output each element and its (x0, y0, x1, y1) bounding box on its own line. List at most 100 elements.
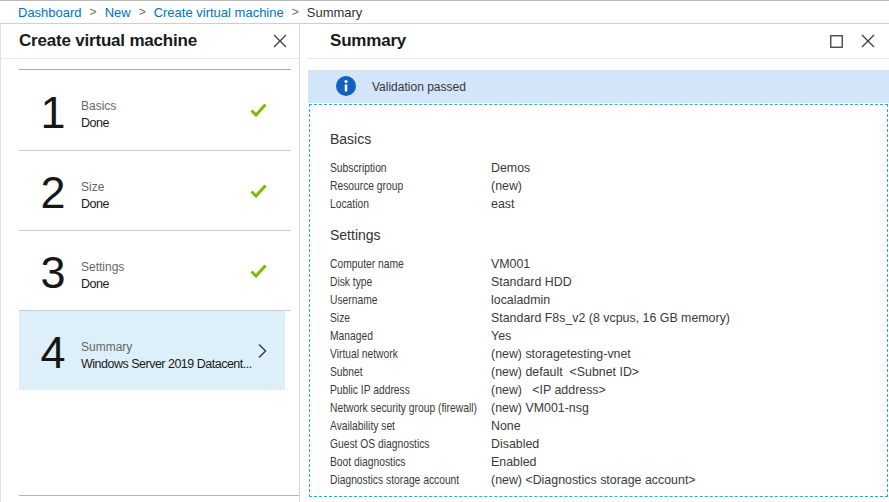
row-value: (new) (491, 179, 522, 193)
row-label: Managed (330, 329, 464, 343)
wizard-step-basics[interactable]: 1BasicsDone (19, 70, 291, 150)
breadcrumb-item-new[interactable]: New (105, 5, 131, 20)
step-text: SettingsDone (81, 259, 124, 293)
summary-content-region: Basics Subscription Demos Resource group (ne… (309, 104, 888, 497)
row-label: Subnet (330, 365, 464, 379)
row-value: Enabled (491, 455, 536, 469)
summary-row-username: Username localadmin (330, 293, 877, 311)
row-value: east (491, 197, 514, 211)
row-label: Virtual network (330, 347, 464, 361)
step-text: SummaryWindows Server 2019 Datacent... (81, 339, 252, 373)
row-label: Availability set (330, 419, 464, 433)
azure-portal-page: Dashboard > New > Create virtual machine > Sum… (0, 0, 889, 502)
summary-row-subscription: Subscription Demos (330, 161, 877, 179)
summary-row-disk-type: Disk type Standard HDD (330, 275, 877, 293)
summary-row-virtual-network: Virtual network (new) storagetesting-vnet (330, 347, 877, 365)
summary-row-computer-name: Computer nameVM001 (330, 257, 877, 275)
row-value: localadmin (491, 293, 550, 307)
summary-row-subnet: Subnet (new) default <Subnet ID> (330, 365, 877, 383)
row-label: Location (330, 197, 464, 211)
row-value: (new) <Diagnostics storage account> (491, 473, 696, 487)
summary-row-network-security-group-firewall: Network security group (firewall) (new) V… (330, 401, 877, 419)
row-label: Computer name (330, 257, 464, 271)
breadcrumb-item-summary: Summary (307, 5, 363, 20)
summary-sections: Basics Subscription Demos Resource group (ne… (330, 105, 877, 491)
row-label: Resource group (330, 179, 464, 193)
breadcrumb-separator: > (90, 5, 97, 19)
row-value: (new) default <Subnet ID> (491, 365, 639, 379)
check-icon (250, 264, 267, 278)
right-panel-header: Summary (308, 24, 889, 59)
summary-row-size: Size Standard F8s_v2 (8 vcpus, 16 GB memo… (330, 311, 877, 329)
row-value: None (491, 419, 521, 433)
chevron-right-icon (258, 343, 267, 358)
row-label: Subscription (330, 161, 464, 175)
wizard-step-summary[interactable]: 4SummaryWindows Server 2019 Datacent... (19, 310, 291, 390)
step-status: Windows Server 2019 Datacent... (81, 355, 252, 373)
row-label: Network security group (firewall) (330, 401, 464, 415)
section-heading-basics: Basics (330, 130, 877, 148)
maximize-icon[interactable] (825, 30, 847, 52)
breadcrumb-separator: > (292, 5, 299, 19)
step-text: SizeDone (81, 179, 109, 213)
summary-row-guest-os-diagnostics: Guest OS diagnostics Disabled (330, 437, 877, 455)
section-rows: Subscription Demos Resource group (new) Loca… (330, 161, 877, 215)
summary-blade: Summary Validation passed Basics Subscrip… (308, 24, 889, 502)
row-value: (new) <IP address> (491, 383, 606, 397)
left-panel-header: Create virtual machine (1, 24, 299, 59)
section-rows: Computer nameVM001Disk type Standard HDD U… (330, 257, 877, 491)
summary-row-location: Location east (330, 197, 877, 215)
row-value: Standard F8s_v2 (8 vcpus, 16 GB memory) (491, 311, 730, 325)
row-label: Username (330, 293, 464, 307)
row-value: Yes (491, 329, 511, 343)
step-text: BasicsDone (81, 98, 116, 132)
summary-row-resource-group: Resource group (new) (330, 179, 877, 197)
row-label: Disk type (330, 275, 464, 289)
row-label: Diagnostics storage account (330, 473, 464, 487)
row-value: Disabled (491, 437, 539, 451)
breadcrumb-separator: > (139, 5, 146, 19)
breadcrumb-item-create-virtual-machine[interactable]: Create virtual machine (154, 5, 284, 20)
step-status: Done (81, 195, 109, 213)
section-heading-settings: Settings (330, 226, 877, 244)
info-icon (336, 76, 356, 96)
step-number: 3 (31, 250, 75, 295)
row-label: Guest OS diagnostics (330, 437, 464, 451)
breadcrumb-item-dashboard[interactable]: Dashboard (18, 5, 82, 20)
summary-row-boot-diagnostics: Boot diagnostics Enabled (330, 455, 877, 473)
check-icon (250, 103, 267, 117)
row-label: Boot diagnostics (330, 455, 464, 469)
step-label: Settings (81, 259, 124, 275)
row-label: Public IP address (330, 383, 464, 397)
validation-banner: Validation passed (308, 70, 889, 103)
step-label: Basics (81, 98, 116, 114)
row-label: Size (330, 311, 464, 325)
step-status: Done (81, 275, 124, 293)
summary-row-availability-set: Availability set None (330, 419, 877, 437)
banner-text: Validation passed (372, 80, 466, 94)
steps-list-bottom-border (19, 495, 299, 496)
summary-row-public-ip-address: Public IP address (new) <IP address> (330, 383, 877, 401)
right-panel-title: Summary (330, 31, 825, 51)
row-value: (new) storagetesting-vnet (491, 347, 631, 361)
step-number: 1 (31, 90, 75, 135)
check-icon (250, 184, 267, 198)
step-number: 4 (31, 330, 75, 375)
row-value: Demos (491, 161, 530, 175)
close-icon[interactable] (269, 30, 291, 52)
close-icon[interactable] (857, 30, 879, 52)
left-panel-title: Create virtual machine (19, 31, 269, 51)
row-value: Standard HDD (491, 275, 572, 289)
step-number: 2 (31, 170, 75, 215)
row-value: (new) VM001-nsg (491, 401, 589, 415)
step-label: Summary (81, 339, 252, 355)
summary-row-managed: Managed Yes (330, 329, 877, 347)
wizard-step-settings[interactable]: 3SettingsDone (19, 230, 291, 310)
step-status: Done (81, 114, 116, 132)
breadcrumb: Dashboard > New > Create virtual machine > Sum… (0, 0, 889, 24)
summary-row-diagnostics-storage-account: Diagnostics storage account (new) <Diagno… (330, 473, 877, 491)
wizard-steps: 1BasicsDone2SizeDone3SettingsDone4Summar… (19, 69, 291, 390)
step-label: Size (81, 179, 109, 195)
wizard-step-size[interactable]: 2SizeDone (19, 150, 291, 230)
create-vm-blade: Create virtual machine 1BasicsDone2SizeD… (0, 24, 300, 502)
